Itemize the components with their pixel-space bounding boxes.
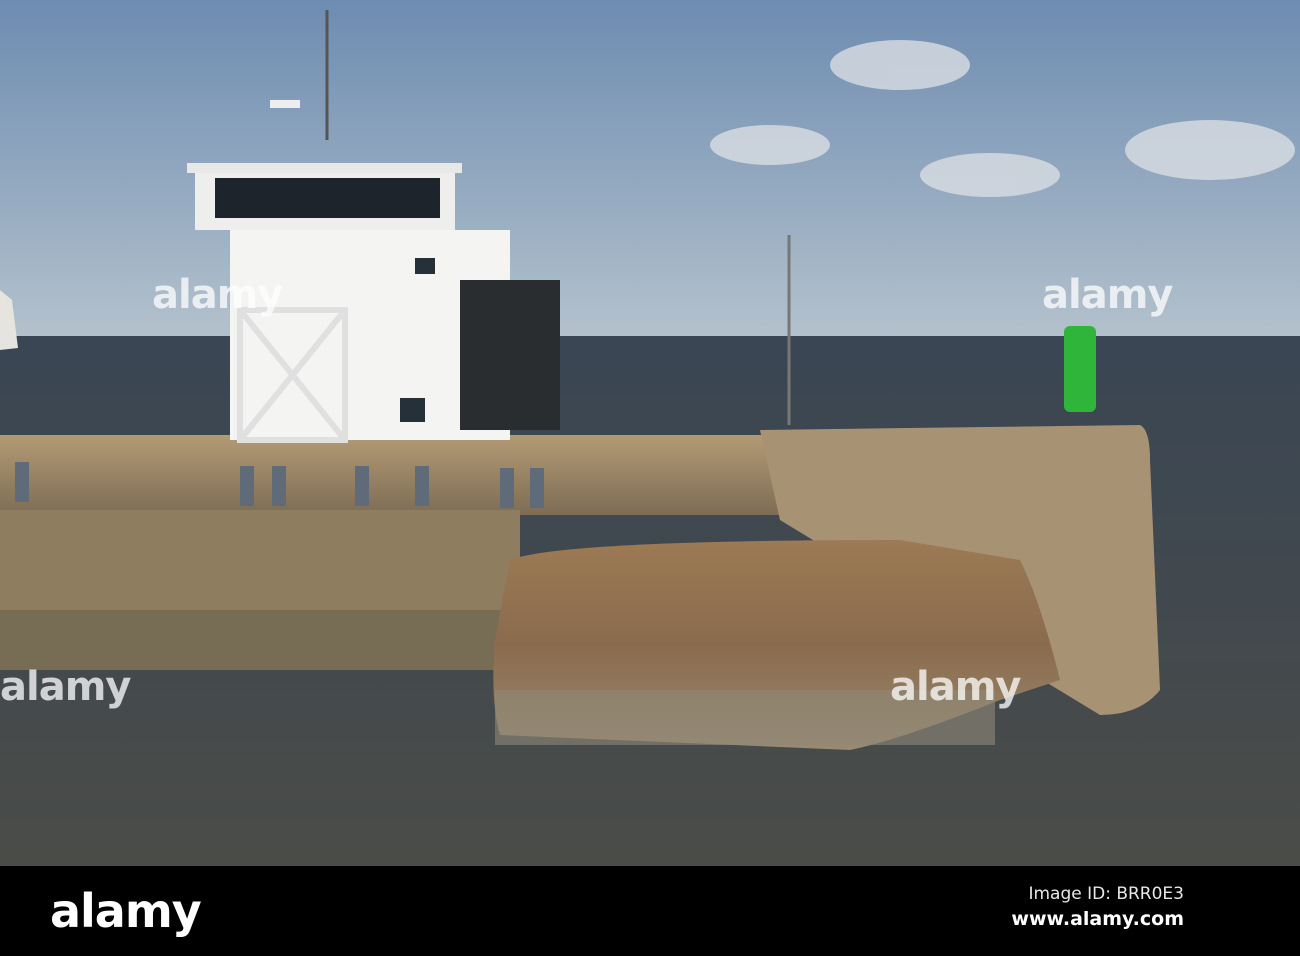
watermark: alamy (152, 272, 283, 318)
footer-bar: alamy Image ID: BRR0E3 www.alamy.com (0, 866, 1300, 956)
watermark: alamy (0, 664, 131, 710)
harbour-photo (0, 0, 1300, 866)
image-id: Image ID: BRR0E3 (1028, 884, 1184, 904)
alamy-logo: alamy (50, 884, 202, 938)
photo-stage: alamy alamy alamy alamy alamy Image ID: … (0, 0, 1300, 956)
green-beacon (1064, 326, 1096, 412)
watermark: alamy (890, 664, 1021, 710)
site-link: www.alamy.com (1011, 908, 1184, 930)
watermark: alamy (1042, 272, 1173, 318)
